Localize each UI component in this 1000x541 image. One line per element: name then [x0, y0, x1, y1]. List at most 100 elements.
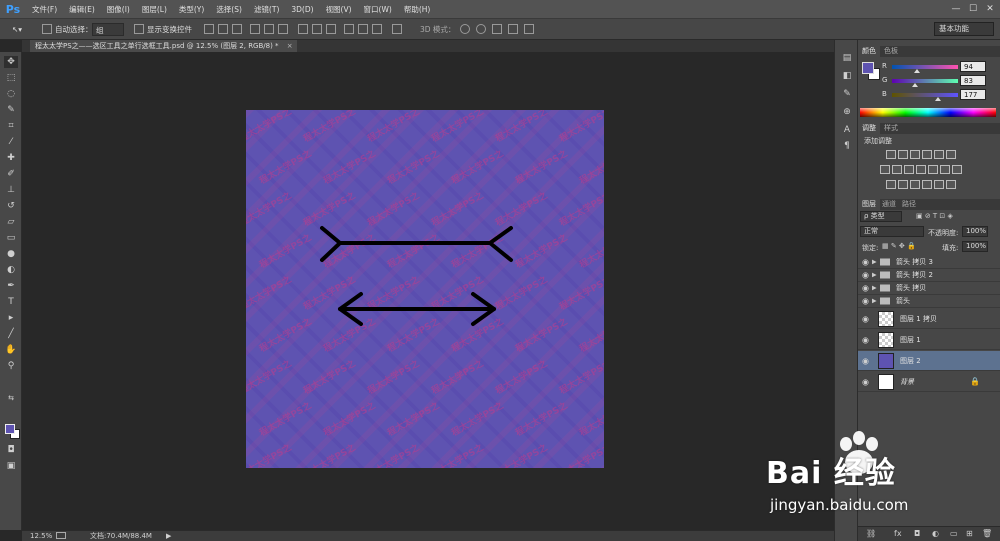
status-export-icon[interactable] [56, 532, 66, 539]
adjustment-icon[interactable] [898, 180, 908, 189]
adjustment-icon[interactable] [892, 165, 902, 174]
menu-type[interactable]: 类型(Y) [173, 4, 210, 15]
align-top-icon[interactable] [204, 24, 214, 34]
opacity-input[interactable]: 100% [962, 226, 988, 237]
status-menu-arrow-icon[interactable]: ▶ [166, 531, 171, 541]
menu-window[interactable]: 窗口(W) [358, 4, 398, 15]
quick-mask-icon[interactable]: ◘ [4, 444, 18, 456]
adjustment-icon[interactable] [916, 165, 926, 174]
maximize-button[interactable]: ☐ [965, 2, 981, 16]
expand-chevron-icon[interactable]: ▶ [872, 272, 877, 279]
crop-tool-icon[interactable]: ⌗ [4, 120, 18, 132]
align-left-icon[interactable] [250, 24, 260, 34]
auto-align-icon[interactable] [392, 24, 402, 34]
history-panel-icon[interactable]: ▤ [840, 52, 854, 64]
auto-select-dropdown[interactable]: 组 [92, 23, 124, 36]
menu-file[interactable]: 文件(F) [26, 4, 63, 15]
distribute-left-icon[interactable] [344, 24, 354, 34]
visibility-eye-icon[interactable]: ◉ [862, 377, 869, 386]
slider-r-track[interactable] [892, 65, 958, 69]
slider-g-knob[interactable] [912, 83, 918, 87]
adjustment-icon[interactable] [898, 150, 908, 159]
eyedropper-tool-icon[interactable]: ⁄ [4, 136, 18, 148]
layer-group-row[interactable]: ◉ ▶ 箭头 拷贝 2 [858, 269, 1000, 282]
hand-tool-icon[interactable]: ✋ [4, 344, 18, 356]
align-right-icon[interactable] [278, 24, 288, 34]
expand-chevron-icon[interactable]: ▶ [872, 285, 877, 292]
adjustment-icon[interactable] [934, 180, 944, 189]
adjustment-icon[interactable] [886, 150, 896, 159]
history-brush-tool-icon[interactable]: ↺ [4, 200, 18, 212]
tab-styles[interactable]: 样式 [880, 123, 902, 134]
swap-colors-icon[interactable]: ⇆ [4, 392, 18, 404]
workspace-dropdown[interactable]: 基本功能 [934, 22, 994, 36]
type-tool-icon[interactable]: T [4, 296, 18, 308]
link-layers-icon[interactable]: ⛓ [866, 529, 876, 538]
adjustment-icon[interactable] [922, 180, 932, 189]
foreground-color-swatch[interactable] [5, 424, 15, 434]
slider-g-track[interactable] [892, 79, 958, 83]
slider-b-knob[interactable] [935, 97, 941, 101]
adjustment-icon[interactable] [910, 180, 920, 189]
close-tab-icon[interactable]: × [287, 40, 293, 52]
adjustment-icon[interactable] [946, 150, 956, 159]
brush-tool-icon[interactable]: ✐ [4, 168, 18, 180]
document-canvas[interactable]: 程太太学PS之 程太太学PS之 程太太学PS之 程太太学PS之 程太太学PS之 程太太学P… [246, 110, 604, 468]
lock-icons[interactable]: ▦ ✎ ✥ 🔒 [882, 242, 916, 250]
layer-filter-icons[interactable]: ▣ ⊘ T ⊡ ◈ [916, 212, 953, 220]
new-group-icon[interactable]: ▭ [950, 529, 958, 538]
tab-layers[interactable]: 图层 [858, 199, 880, 210]
distribute-bottom-icon[interactable] [326, 24, 336, 34]
brush-panel-icon[interactable]: ✎ [840, 88, 854, 100]
close-window-button[interactable]: ✕ [982, 2, 998, 16]
tab-channels[interactable]: 通道 [878, 199, 900, 210]
layer-group-row[interactable]: ◉ ▶ 箭头 拷贝 [858, 282, 1000, 295]
tab-adjustments[interactable]: 调整 [858, 123, 880, 134]
adjustment-icon[interactable] [910, 150, 920, 159]
adjustment-icon[interactable] [928, 165, 938, 174]
clone-source-panel-icon[interactable]: ⊕ [840, 106, 854, 118]
path-select-tool-icon[interactable]: ▸ [4, 312, 18, 324]
distribute-top-icon[interactable] [298, 24, 308, 34]
tab-paths[interactable]: 路径 [898, 199, 920, 210]
character-panel-icon[interactable]: A [840, 124, 854, 136]
menu-view[interactable]: 视图(V) [320, 4, 358, 15]
zoom-tool-icon[interactable]: ⚲ [4, 360, 18, 372]
distribute-vcenter-icon[interactable] [312, 24, 322, 34]
layer-group-row[interactable]: ◉ ▶ 箭头 [858, 295, 1000, 308]
blend-mode-dropdown[interactable]: 正常 [860, 226, 924, 237]
marquee-tool-icon[interactable]: ⬚ [4, 72, 18, 84]
color-spectrum-bar[interactable] [860, 108, 996, 117]
adjustment-icon[interactable] [886, 180, 896, 189]
clone-stamp-tool-icon[interactable]: ⊥ [4, 184, 18, 196]
layer-row[interactable]: ◉ 图层 1 [858, 330, 1000, 350]
move-tool-preset-icon[interactable]: ↖▾ [12, 23, 34, 36]
lasso-tool-icon[interactable]: ◌ [4, 88, 18, 100]
slider-g-value[interactable]: 83 [960, 75, 986, 86]
3d-rotate-icon[interactable] [460, 24, 470, 34]
adjustment-icon[interactable] [880, 165, 890, 174]
menu-filter[interactable]: 滤镜(T) [248, 4, 285, 15]
slider-b-track[interactable] [892, 93, 958, 97]
layer-row-background[interactable]: ◉ 背景 🔒 [858, 372, 1000, 392]
layer-row[interactable]: ◉ 图层 1 拷贝 [858, 309, 1000, 329]
auto-select-checkbox[interactable] [42, 24, 52, 34]
slider-r-value[interactable]: 94 [960, 61, 986, 72]
distribute-hcenter-icon[interactable] [358, 24, 368, 34]
adjustment-icon[interactable] [934, 150, 944, 159]
menu-edit[interactable]: 编辑(E) [63, 4, 101, 15]
layer-row-selected[interactable]: ◉ 图层 2 [858, 351, 1000, 371]
3d-scale-icon[interactable] [524, 24, 534, 34]
tab-color[interactable]: 颜色 [858, 46, 880, 57]
minimize-button[interactable]: — [948, 2, 964, 16]
blur-tool-icon[interactable]: ● [4, 248, 18, 260]
visibility-eye-icon[interactable]: ◉ [862, 297, 869, 306]
distribute-right-icon[interactable] [372, 24, 382, 34]
quick-select-tool-icon[interactable]: ✎ [4, 104, 18, 116]
move-tool-icon[interactable]: ✥ [4, 56, 18, 68]
expand-chevron-icon[interactable]: ▶ [872, 259, 877, 266]
panel-foreground-swatch[interactable] [862, 62, 874, 74]
paragraph-panel-icon[interactable]: ¶ [840, 140, 854, 152]
3d-pan-icon[interactable] [492, 24, 502, 34]
properties-panel-icon[interactable]: ◧ [840, 70, 854, 82]
